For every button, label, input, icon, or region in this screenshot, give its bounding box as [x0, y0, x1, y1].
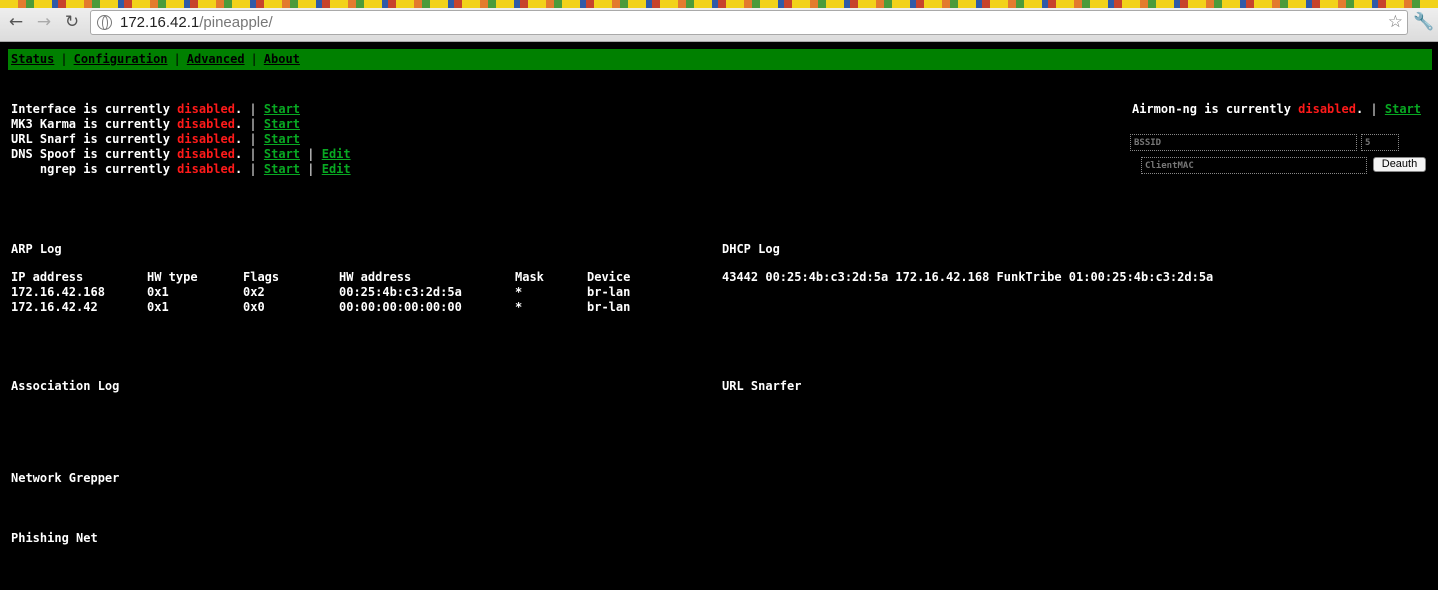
network-grepper-heading: Network Grepper — [11, 471, 120, 485]
status-row-karma: MK3 Karma is currently disabled. | Start — [11, 117, 301, 131]
url-host: 172.16.42.1 — [120, 14, 200, 31]
ngrep-start-link[interactable]: Start — [264, 162, 300, 176]
column-header: Mask — [515, 270, 544, 284]
dnsspoof-edit-link[interactable]: Edit — [322, 147, 351, 161]
airmon-label: Airmon-ng is currently — [1131, 102, 1299, 116]
airmon-start-link[interactable]: Start — [1385, 102, 1421, 116]
column-header: IP address — [11, 270, 84, 284]
bookmark-star-icon[interactable]: ☆ — [1388, 12, 1403, 32]
menu-separator: | — [250, 52, 258, 66]
status-state: disabled — [177, 102, 235, 116]
status-label: DNS Spoof is currently — [11, 147, 178, 161]
arp-header-row: IP address HW type Flags HW address Mask… — [11, 270, 630, 285]
table-row: 172.16.42.42 0x1 0x0 00:00:00:00:00:00 *… — [11, 300, 630, 315]
phishing-net-heading: Phishing Net — [11, 531, 98, 545]
wrench-icon[interactable]: 🔧 — [1413, 12, 1434, 32]
table-cell: br-lan — [587, 300, 631, 314]
status-label: Interface is currently — [11, 102, 178, 116]
table-cell: * — [515, 300, 523, 314]
arp-table: IP address HW type Flags HW address Mask… — [11, 270, 630, 315]
menu-status-link[interactable]: Status — [11, 52, 54, 66]
column-header: HW type — [147, 270, 198, 284]
association-log-heading: Association Log — [11, 379, 120, 393]
menu-bar: Status | Configuration | Advanced | About — [8, 49, 1432, 70]
table-cell: 0x1 — [147, 300, 169, 314]
status-label: MK3 Karma is currently — [11, 117, 178, 131]
status-row-interface: Interface is currently disabled. | Start — [11, 102, 301, 116]
globe-icon — [97, 15, 112, 30]
table-cell: 172.16.42.42 — [11, 300, 98, 314]
deauth-button[interactable]: Deauth — [1373, 157, 1426, 172]
back-icon[interactable]: ← — [6, 12, 26, 32]
dhcp-log-heading: DHCP Log — [722, 242, 780, 256]
status-row-urlsnarf: URL Snarf is currently disabled. | Start — [11, 132, 301, 146]
browser-toolbar: ← → ↻ 172.16.42.1/pineapple/ ☆ 🔧 — [0, 0, 1438, 42]
column-header: Device — [587, 270, 631, 284]
table-cell: 00:00:00:00:00:00 — [339, 300, 462, 314]
dnsspoof-start-link[interactable]: Start — [264, 147, 300, 161]
urlsnarf-start-link[interactable]: Start — [264, 132, 300, 146]
status-state: disabled — [177, 147, 235, 161]
airmon-state: disabled — [1298, 102, 1356, 116]
table-cell: br-lan — [587, 285, 631, 299]
service-status-list: Interface is currently disabled. | Start… — [11, 102, 351, 177]
bssid-input[interactable]: BSSID — [1130, 134, 1357, 151]
table-cell: 0x1 — [147, 285, 169, 299]
table-cell: 00:25:4b:c3:2d:5a — [339, 285, 462, 299]
menu-separator: | — [173, 52, 181, 66]
dhcp-log-entry: 43442 00:25:4b:c3:2d:5a 172.16.42.168 Fu… — [722, 270, 1214, 284]
menu-about-link[interactable]: About — [264, 52, 300, 66]
arp-log-heading: ARP Log — [11, 242, 62, 256]
url-text[interactable]: 172.16.42.1/pineapple/ — [120, 14, 273, 31]
column-header: HW address — [339, 270, 412, 284]
karma-start-link[interactable]: Start — [264, 117, 300, 131]
url-path: /pineapple/ — [199, 14, 273, 31]
table-cell: 0x0 — [243, 300, 265, 314]
status-label: ngrep is currently — [11, 162, 178, 176]
reload-icon[interactable]: ↻ — [62, 12, 82, 32]
deauth-count-input[interactable]: 5 — [1361, 134, 1399, 151]
url-snarfer-heading: URL Snarfer — [722, 379, 802, 393]
status-row-ngrep: ngrep is currently disabled. | Start | E… — [11, 162, 351, 176]
forward-icon[interactable]: → — [34, 12, 54, 32]
menu-configuration-link[interactable]: Configuration — [74, 52, 168, 66]
table-row: 172.16.42.168 0x1 0x2 00:25:4b:c3:2d:5a … — [11, 285, 630, 300]
status-state: disabled — [177, 132, 235, 146]
table-cell: * — [515, 285, 523, 299]
client-mac-input[interactable]: ClientMAC — [1141, 157, 1367, 174]
menu-separator: | — [60, 52, 68, 66]
status-row-dnsspoof: DNS Spoof is currently disabled. | Start… — [11, 147, 351, 161]
column-header: Flags — [243, 270, 280, 284]
interface-start-link[interactable]: Start — [264, 102, 300, 116]
table-cell: 172.16.42.168 — [11, 285, 105, 299]
status-label: URL Snarf is currently — [11, 132, 178, 146]
theme-banner — [0, 0, 1438, 8]
ngrep-edit-link[interactable]: Edit — [322, 162, 351, 176]
airmon-status: Airmon-ng is currently disabled. | Start — [1131, 102, 1421, 116]
status-state: disabled — [177, 117, 235, 131]
table-cell: 0x2 — [243, 285, 265, 299]
address-bar[interactable]: 172.16.42.1/pineapple/ ☆ — [90, 10, 1408, 35]
menu-advanced-link[interactable]: Advanced — [187, 52, 245, 66]
status-state: disabled — [177, 162, 235, 176]
